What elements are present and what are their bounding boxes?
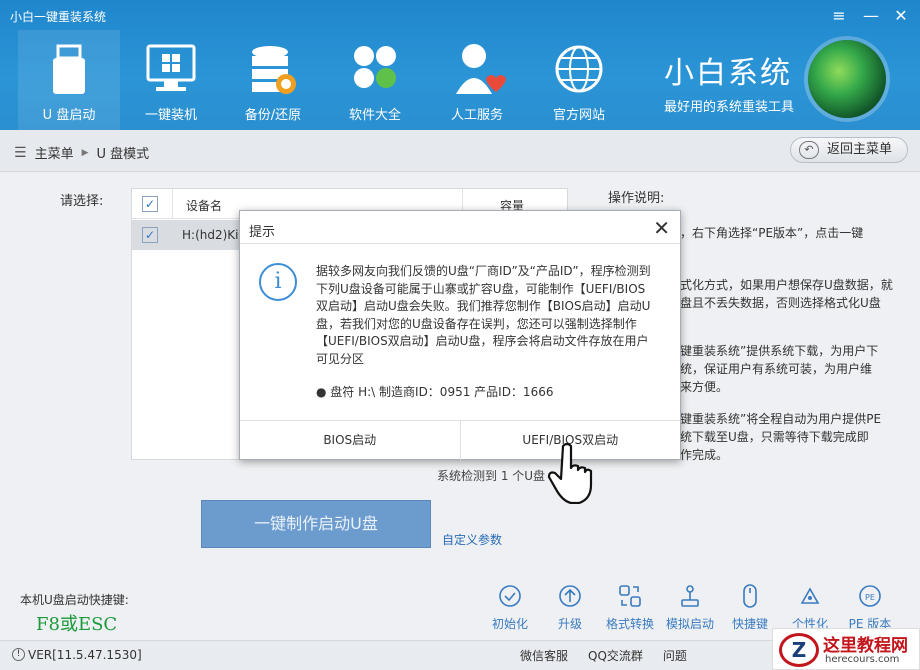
version-text: VER[11.5.47.1530] (28, 648, 142, 662)
joystick-icon (681, 585, 699, 607)
custom-params-link[interactable]: 自定义参数 (442, 531, 502, 548)
watermark-logo: Z 这里教程网 herecours.com (772, 628, 920, 670)
breadcrumb: ☰ 主菜单 ▶ U 盘模式 (14, 143, 150, 163)
tab-label: 一键装机 (144, 108, 197, 123)
tab-label: 软件大全 (348, 108, 401, 123)
info-icon: ! (12, 648, 25, 661)
tool-label: 快捷键 (731, 617, 768, 631)
tool-label: 初始化 (491, 617, 528, 631)
apps-grid-icon (354, 46, 396, 88)
monitor-windows-icon (146, 44, 196, 91)
usb-drive-icon (53, 44, 85, 94)
tool-pe-version[interactable]: PE PE 版本 (840, 583, 900, 632)
footer-links: 微信客服 QQ交流群 问题 (520, 647, 687, 664)
breadcrumb-separator-icon: ▶ (81, 147, 89, 158)
dialog-close-icon[interactable]: ✕ (653, 216, 670, 240)
list-icon: ☰ (14, 144, 27, 161)
tool-format-convert[interactable]: 格式转换 (600, 583, 660, 632)
pe-disc-icon: PE (859, 585, 881, 607)
tab-label: 备份/还原 (244, 108, 302, 123)
version-label: ! VER[11.5.47.1530] (12, 648, 142, 662)
info-icon: i (259, 263, 297, 301)
breadcrumb-current: U 盘模式 (96, 147, 150, 162)
menu-icon[interactable]: ≡ (828, 6, 850, 26)
database-backup-icon (252, 46, 296, 94)
make-bootable-usb-button[interactable]: 一键制作启动U盘 (201, 500, 431, 548)
tab-software[interactable]: 软件大全 (324, 30, 426, 130)
brand-logo-icon (808, 40, 886, 118)
help-title: 操作说明: (608, 191, 665, 206)
watermark-site: herecours.com (825, 654, 900, 665)
breadcrumb-root[interactable]: 主菜单 (35, 143, 74, 162)
person-heart-icon (456, 44, 506, 94)
dialog-buttons: BIOS启动 UEFI/BIOS双启动 (240, 420, 680, 460)
watermark-title: 这里教程网 (823, 636, 908, 656)
help-text-3: 键重装系统”提供系统下载，为用户下 统，保证用户有系统可装，为用户维 来方便。 (680, 344, 879, 394)
device-name-cell: H:(hd2)Ki (182, 228, 239, 242)
mouse-icon (743, 584, 757, 608)
select-all-checkbox[interactable]: ✓ (142, 196, 158, 212)
tab-label: 人工服务 (450, 108, 503, 123)
tool-simulate-boot[interactable]: 模拟启动 (660, 583, 720, 632)
tab-manual-service[interactable]: 人工服务 (426, 30, 528, 130)
tool-label: 模拟启动 (665, 617, 714, 631)
choose-label: 请选择: (60, 194, 104, 209)
arrow-up-circle-icon (559, 585, 581, 607)
tool-upgrade[interactable]: 升级 (540, 583, 600, 632)
brand: 小白系统 最好用的系统重装工具 (664, 48, 794, 115)
paint-icon (800, 587, 820, 604)
bios-boot-button[interactable]: BIOS启动 (240, 421, 461, 460)
tool-hotkey[interactable]: 快捷键 (720, 583, 780, 632)
row-checkbox[interactable]: ✓ (142, 227, 158, 243)
tool-personalize[interactable]: 个性化 (780, 583, 840, 632)
column-device-name: 设备名 (186, 199, 223, 213)
tab-backup-restore[interactable]: 备份/还原 (222, 30, 324, 130)
svg-text:PE: PE (865, 593, 875, 602)
globe-icon (555, 45, 603, 93)
tab-one-click-install[interactable]: 一键装机 (120, 30, 222, 130)
convert-icon (619, 585, 641, 607)
breadcrumb-bar: ☰ 主菜单 ▶ U 盘模式 ↶ 返回主菜单 (0, 130, 920, 172)
back-to-main-button[interactable]: ↶ 返回主菜单 (790, 137, 908, 163)
check-circle-icon (499, 585, 521, 607)
tab-usb-boot[interactable]: U 盘启动 (18, 30, 120, 130)
qq-group-link[interactable]: QQ交流群 (588, 647, 643, 664)
dialog-device-info: ● 盘符 H:\ 制造商ID：0951 产品ID：1666 (316, 385, 554, 399)
tool-label: 格式转换 (605, 617, 654, 631)
scan-status: 系统检测到 1 个U盘 (437, 469, 546, 483)
warning-dialog: 提示 ✕ i 据较多网友向我们反馈的U盘“厂商ID”及“产品ID”，程序检测到下… (239, 210, 681, 460)
dialog-message: 据较多网友向我们反馈的U盘“厂商ID”及“产品ID”，程序检测到下列U盘设备可能… (316, 264, 651, 366)
tool-initialize[interactable]: 初始化 (480, 583, 540, 632)
wechat-service-link[interactable]: 微信客服 (520, 647, 568, 664)
watermark-emblem-icon: Z (779, 633, 819, 667)
help-text-4: 键重装系统”将全程自动为用户提供PE 统下载至U盘，只需等待下载完成即 作完成。 (680, 412, 882, 462)
nav-tabs: U 盘启动 一键装机 备份/还原 软件大全 人工服务 官方网站 (18, 30, 630, 130)
tab-official-site[interactable]: 官方网站 (528, 30, 630, 130)
dialog-title: 提示 (240, 211, 680, 244)
tab-label: 官方网站 (552, 108, 605, 123)
back-button-label: 返回主菜单 (827, 142, 893, 157)
tool-label: 升级 (557, 617, 582, 631)
app-title: 小白一键重装系统 (10, 10, 107, 24)
close-icon[interactable]: ✕ (890, 6, 912, 26)
brand-name: 小白系统 (664, 56, 792, 91)
feedback-link[interactable]: 问题 (663, 647, 687, 664)
hotkey-label: 本机U盘启动快捷键: (20, 593, 129, 607)
back-arrow-icon: ↶ (799, 141, 819, 159)
hotkey-value: F8或ESC (36, 614, 118, 635)
tool-bar: 初始化 升级 格式转换 模拟启动 快捷键 个性化 PE PE 版本 (480, 583, 900, 632)
header-bar: 小白一键重装系统 ≡ — ✕ U 盘启动 一键装机 备份/还原 软件大全 人工服… (0, 0, 920, 130)
help-text-1: ，右下角选择“PE版本”，点击一键 (680, 226, 864, 240)
help-text-2: 式化方式，如果用户想保存U盘数据，就 盘且不丢失数据，否则选择格式化U盘 (680, 278, 893, 310)
hand-cursor-icon (547, 442, 593, 504)
tab-label: U 盘启动 (42, 108, 96, 123)
minimize-button[interactable]: — (860, 6, 882, 26)
brand-subtitle: 最好用的系统重装工具 (664, 100, 795, 115)
